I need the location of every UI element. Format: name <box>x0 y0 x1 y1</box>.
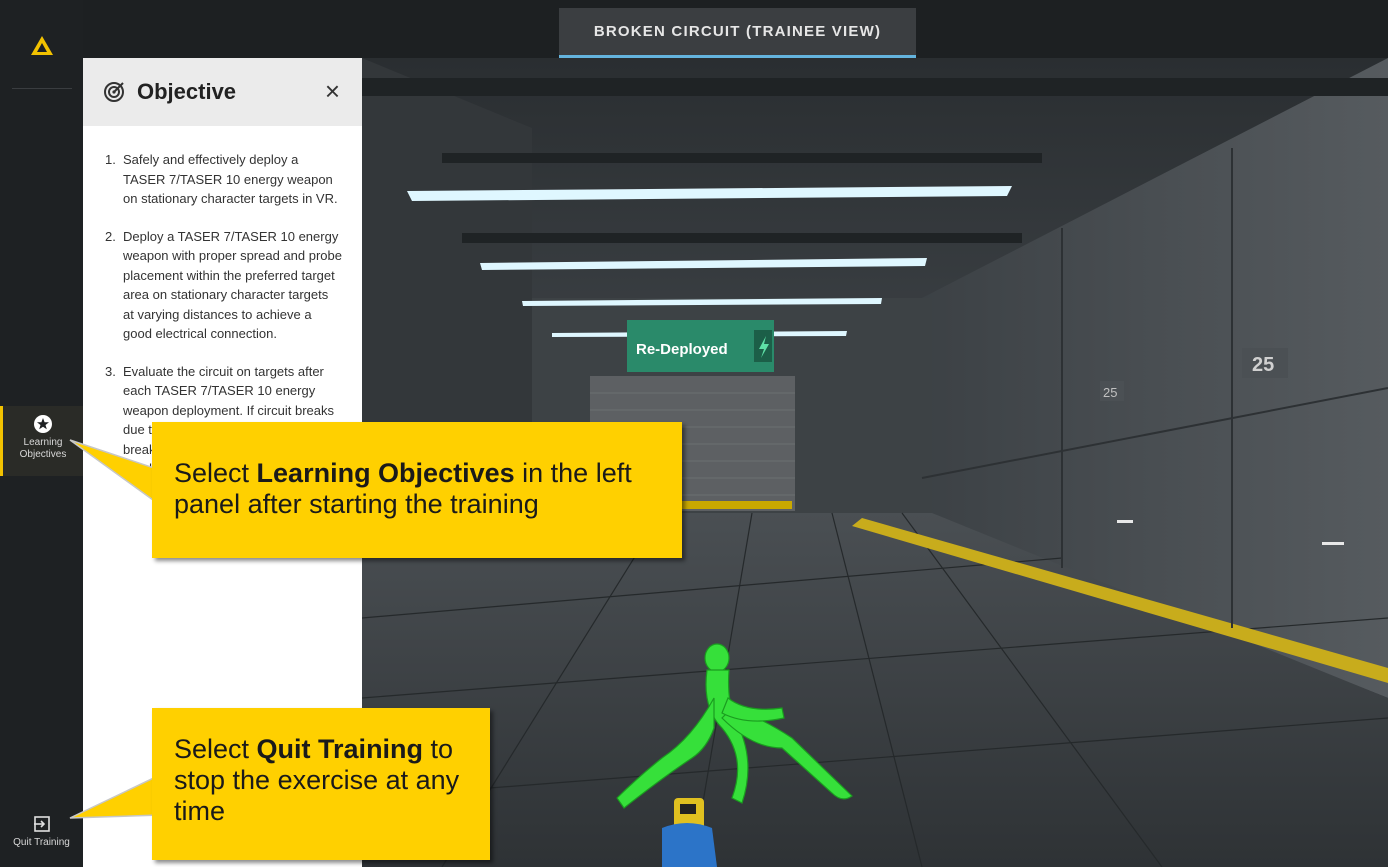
learning-objectives-button[interactable]: Learning Objectives <box>0 406 83 476</box>
quit-training-button[interactable]: Quit Training <box>0 806 83 867</box>
list-item-number: 2. <box>105 228 116 244</box>
objective-panel-header: Objective × <box>83 58 362 126</box>
quit-training-label: Quit Training <box>13 837 70 848</box>
target-icon <box>104 82 124 102</box>
list-item: 2. Deploy a TASER 7/TASER 10 energy weap… <box>105 227 342 344</box>
top-bar: BROKEN CIRCUIT (TRAINEE VIEW) <box>83 0 1388 58</box>
learning-objectives-callout: Select Learning Objectives in the left p… <box>152 422 682 558</box>
list-item-text: Deploy a TASER 7/TASER 10 energy weapon … <box>123 228 342 342</box>
callout-text: Select <box>174 458 257 488</box>
list-item-number: 3. <box>105 363 116 379</box>
app-title-tab: BROKEN CIRCUIT (TRAINEE VIEW) <box>559 8 916 58</box>
quit-training-callout: Select Quit Training to stop the exercis… <box>152 708 490 860</box>
star-circle-icon <box>34 415 52 433</box>
left-rail: Learning Objectives Quit Training <box>0 0 83 867</box>
status-sign-label: Re-Deployed <box>636 341 728 358</box>
rail-divider <box>12 88 72 89</box>
list-item-text: Safely and effectively deploy a TASER 7/… <box>123 152 338 206</box>
lane-marker-1: 25 <box>1252 354 1274 376</box>
callout-bold-text: Quit Training <box>256 734 424 764</box>
exit-icon <box>33 816 50 832</box>
list-item: 1. Safely and effectively deploy a TASER… <box>105 150 342 209</box>
objective-panel-title: Objective <box>137 79 237 104</box>
callout-bold-text: Learning Objectives <box>256 458 515 488</box>
learning-objectives-label: Learning Objectives <box>19 437 67 460</box>
warning-triangle-logo[interactable] <box>26 30 58 62</box>
close-icon[interactable]: × <box>325 78 340 104</box>
list-item-number: 1. <box>105 152 116 167</box>
lane-marker-2: 25 <box>1103 385 1117 400</box>
callout-text: Select <box>174 734 257 764</box>
